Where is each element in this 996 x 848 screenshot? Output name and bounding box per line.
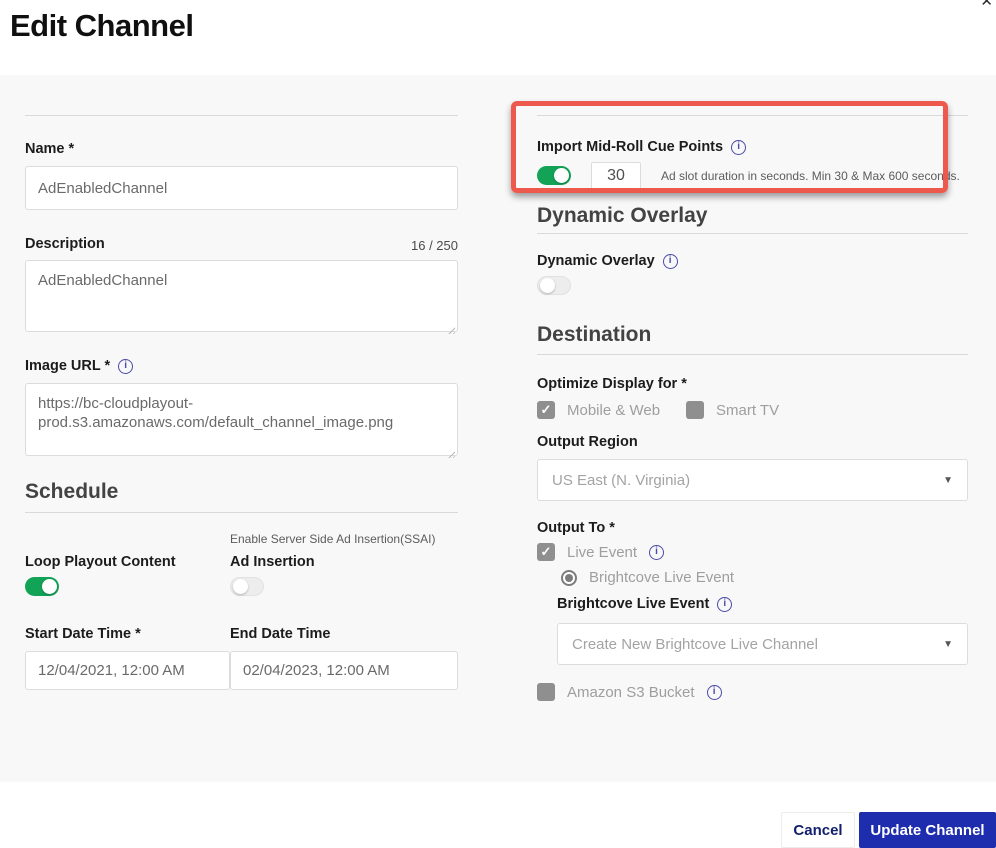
midroll-help-text: Ad slot duration in seconds. Min 30 & Ma… [661, 168, 960, 184]
midroll-controls: Ad slot duration in seconds. Min 30 & Ma… [537, 162, 968, 189]
destination-divider [537, 354, 968, 355]
description-char-counter: 16 / 250 [411, 238, 458, 253]
optimize-options-row: ✓ Mobile & Web Smart TV [537, 401, 968, 419]
loop-playout-toggle[interactable] [25, 577, 59, 596]
amazon-s3-checkbox[interactable] [537, 683, 555, 701]
destination-heading: Destination [537, 322, 968, 348]
image-url-textarea[interactable]: https://bc-cloudplayout-prod.s3.amazonaw… [25, 383, 458, 456]
left-column: Name * Description 16 / 250 AdEnabledCha… [25, 75, 458, 690]
info-icon[interactable]: i [717, 597, 732, 612]
info-icon[interactable]: i [707, 685, 722, 700]
left-top-divider [25, 115, 458, 116]
radio-dot [565, 574, 573, 582]
schedule-divider [25, 512, 458, 513]
info-icon[interactable]: i [118, 359, 133, 374]
live-event-checkbox[interactable]: ✓ [537, 543, 555, 561]
brightcove-live-event-radio[interactable] [561, 570, 577, 586]
dynamic-overlay-heading: Dynamic Overlay [537, 203, 968, 229]
midroll-label: Import Mid-Roll Cue Points [537, 138, 723, 156]
right-column: Import Mid-Roll Cue Points i Ad slot dur… [537, 75, 968, 701]
close-icon[interactable]: ✕ [980, 0, 993, 9]
brightcove-live-event-label: Brightcove Live Event [557, 595, 709, 613]
end-date-input[interactable] [230, 651, 458, 690]
dynamic-overlay-toggle[interactable] [537, 276, 571, 295]
cancel-button[interactable]: Cancel [781, 812, 855, 848]
mobile-web-label: Mobile & Web [567, 402, 660, 419]
live-event-label: Live Event [567, 544, 637, 561]
toggle-knob [42, 579, 57, 594]
chevron-down-icon: ▼ [943, 475, 953, 486]
name-label: Name * [25, 140, 458, 158]
name-input[interactable] [25, 166, 458, 210]
dynamic-overlay-divider [537, 233, 968, 234]
optimize-display-label: Optimize Display for * [537, 375, 968, 393]
end-date-label: End Date Time [230, 625, 458, 643]
midroll-toggle[interactable] [537, 166, 571, 185]
amazon-s3-label: Amazon S3 Bucket [567, 684, 695, 701]
ad-insertion-toggle[interactable] [230, 577, 264, 596]
info-icon[interactable]: i [649, 545, 664, 560]
dynamic-overlay-label: Dynamic Overlay [537, 252, 655, 270]
schedule-heading: Schedule [25, 479, 458, 505]
image-url-label: Image URL * [25, 357, 110, 375]
ad-slot-duration-input[interactable] [591, 162, 641, 189]
smart-tv-label: Smart TV [716, 402, 779, 419]
ad-insertion-label: Ad Insertion [230, 553, 458, 571]
brightcove-live-channel-value: Create New Brightcove Live Channel [572, 636, 818, 653]
update-channel-button[interactable]: Update Channel [859, 812, 996, 848]
mobile-web-checkbox[interactable]: ✓ [537, 401, 555, 419]
description-textarea[interactable]: AdEnabledChannel [25, 260, 458, 332]
output-region-label: Output Region [537, 433, 968, 451]
chevron-down-icon: ▼ [943, 639, 953, 650]
toggle-knob [554, 168, 569, 183]
schedule-grid: Loop Playout Content Start Date Time * E… [25, 531, 458, 690]
start-date-input[interactable] [25, 651, 230, 690]
info-icon[interactable]: i [663, 254, 678, 269]
loop-playout-label: Loop Playout Content [25, 553, 230, 571]
right-top-divider [537, 115, 968, 116]
page-title: Edit Channel [10, 8, 193, 44]
brightcove-live-channel-dropdown[interactable]: Create New Brightcove Live Channel ▼ [557, 623, 968, 665]
output-region-dropdown[interactable]: US East (N. Virginia) ▼ [537, 459, 968, 501]
description-label: Description [25, 235, 105, 253]
output-region-value: US East (N. Virginia) [552, 472, 690, 489]
smart-tv-checkbox[interactable] [686, 401, 704, 419]
toggle-knob [540, 278, 555, 293]
footer-actions: Cancel Update Channel [0, 812, 996, 848]
brightcove-live-event-radio-label: Brightcove Live Event [589, 569, 734, 586]
start-date-label: Start Date Time * [25, 625, 230, 643]
ssai-note: Enable Server Side Ad Insertion(SSAI) [230, 531, 458, 547]
info-icon[interactable]: i [731, 140, 746, 155]
modal-body: Name * Description 16 / 250 AdEnabledCha… [0, 75, 996, 782]
output-to-label: Output To * [537, 519, 968, 537]
toggle-knob [233, 579, 248, 594]
